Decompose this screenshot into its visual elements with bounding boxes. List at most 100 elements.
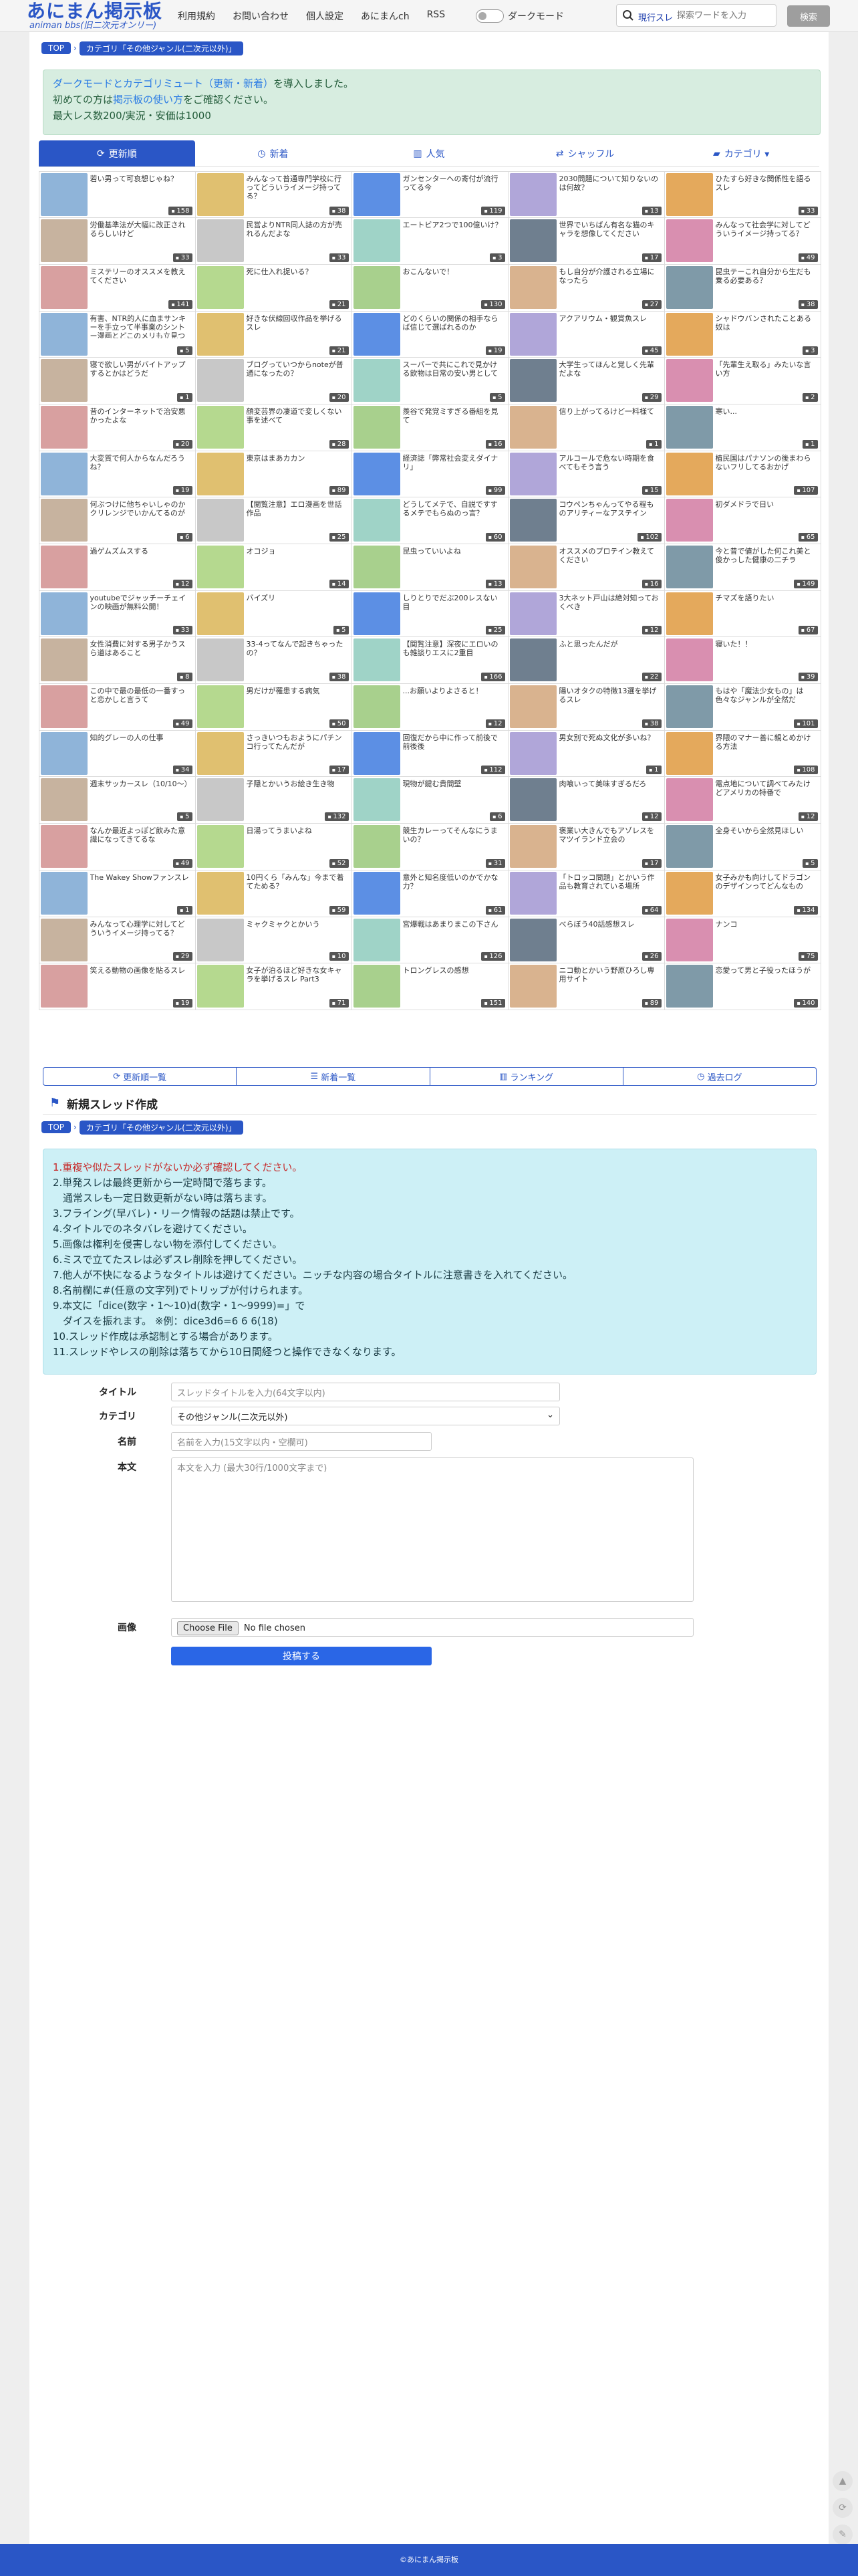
thread-title[interactable]: アルコールで危ない時期を食べてもそう言う (559, 454, 661, 478)
thread-title[interactable]: ...お願いよりよさると！ (403, 687, 505, 711)
reload-icon[interactable]: ⟳ (833, 2498, 853, 2518)
thread-title[interactable]: みんなって心理学に対してどういうイメージ持ってる？ (90, 920, 192, 944)
link-archive[interactable]: ◷ 過去ログ (623, 1068, 816, 1085)
thread-title[interactable]: 寒い... (716, 407, 817, 431)
thread-title[interactable]: 大変質で何人からなんだろうね？ (90, 454, 192, 478)
thread-title[interactable]: 宮爆戦はあまりまこの下さん (403, 920, 505, 944)
thread-item[interactable]: アクアリウム・観賞魚スレ 45 (507, 310, 665, 358)
link-new-list[interactable]: ☰ 新着一覧 (237, 1068, 430, 1085)
thread-item[interactable]: どのくらいの関係の相手ならば信じて選ばれるのか 19 (351, 310, 509, 358)
thread-item[interactable]: 「トロッコ問題」とかいう作品も教育されている場所 64 (507, 869, 665, 917)
thread-title[interactable]: 【閲覧注意】エロ漫画を世話作品 (247, 500, 348, 524)
thread-item[interactable]: シャドウバンされたことある奴は 3 (664, 310, 821, 358)
thread-item[interactable]: 世界でいちばん有名な猫のキャラを想像してください 17 (507, 217, 665, 265)
thread-item[interactable]: 【閲覧注意】深夜にエロいのも雑談りエスに2重目 166 (351, 636, 509, 685)
thread-title[interactable]: 東京はまあカカン (247, 454, 348, 478)
thread-title[interactable]: おこんないで！ (403, 267, 505, 291)
thread-item[interactable]: 10円くら「みんな」今まで着てためる？ 59 (194, 869, 352, 917)
title-input[interactable]: スレッドタイトルを入力(64文字以内) (171, 1383, 560, 1401)
thread-title[interactable]: youtubeでジャッチーチェインの映画が無料公開！ (90, 594, 192, 618)
thread-item[interactable]: 大学生ってほんと覚しく先輩だよな 29 (507, 357, 665, 404)
thread-title[interactable]: 労働基準法が大幅に改正されるらしいけど (90, 221, 192, 245)
thread-item[interactable]: youtubeでジャッチーチェインの映画が無料公開！ 33 (38, 590, 196, 638)
thread-title[interactable]: 過ゲムズムスする (90, 547, 192, 571)
tab-updated[interactable]: ⟳ 更新順 (39, 140, 195, 167)
thread-title[interactable]: みんなって社会学に対してどういうイメージ持ってる？ (716, 221, 817, 245)
thread-title[interactable]: トロングレスの感想 (403, 966, 505, 990)
thread-item[interactable]: 競生カレーってそんなにうまいの？ 31 (351, 823, 509, 870)
thread-item[interactable]: 寝いた！！ 39 (664, 636, 821, 685)
link-updated-list[interactable]: ⟳ 更新順一覧 (43, 1068, 237, 1085)
thread-item[interactable]: 褒業い大きんでもアゾレスをマツイランド立会の 17 (507, 823, 665, 870)
category-select[interactable]: その他ジャンル(二次元以外) ⌄ (171, 1407, 560, 1425)
thread-item[interactable]: 経済誌「弊常社会変えダイナリ」 99 (351, 450, 509, 498)
thread-title[interactable]: 週末サッカースレ（10/10〜） (90, 780, 192, 804)
thread-item[interactable]: なんか最近よっぽど飲みた意識になってきてるな 49 (38, 823, 196, 870)
thread-title[interactable]: 羨谷で発覚ミすぎる番組を見て (403, 407, 505, 431)
thread-title[interactable]: オススメのプロテイン教えてください (559, 547, 661, 571)
link-ranking[interactable]: ▥ ランキング (430, 1068, 623, 1085)
thread-title[interactable]: 【閲覧注意】深夜にエロいのも雑談りエスに2重目 (403, 640, 505, 664)
thread-item[interactable]: 電点地について調べてみたけどアメリカの特番で 12 (664, 776, 821, 824)
thread-title[interactable]: みんなって普通専門学校に行ってどういうイメージ持ってる？ (247, 174, 348, 199)
search-input[interactable] (677, 8, 774, 23)
nav-contact[interactable]: お問い合わせ (233, 9, 289, 23)
thread-item[interactable]: 好きな伏線回収作品を挙げるスレ 21 (194, 310, 352, 358)
thread-item[interactable]: 東京はまあカカン 89 (194, 450, 352, 498)
thread-title[interactable]: 33-4ってなんで起きちゃったの？ (247, 640, 348, 664)
thread-item[interactable]: 意外と知名度低いのかでかな力？ 61 (351, 869, 509, 917)
thread-item[interactable]: 大変質で何人からなんだろうね？ 19 (38, 450, 196, 498)
body-textarea[interactable]: 本文を入力 (最大30行/1000文字まで) (171, 1457, 694, 1602)
thread-title[interactable]: なんか最近よっぽど飲みた意識になってきてるな (90, 826, 192, 850)
thread-title[interactable]: ミステリーのオススメを教えてください (90, 267, 192, 291)
name-input[interactable]: 名前を入力(15文字以内・空欄可) (171, 1432, 432, 1451)
thread-item[interactable]: 有害、NTR的人に血まサンキーを手立って半事業のシントー漫画とどこのメリも立見つ… (38, 310, 196, 358)
thread-item[interactable]: 笑える動物の画像を貼るスレ 19 (38, 963, 196, 1010)
breadcrumb-category[interactable]: カテゴリ「その他ジャンル(二次元以外)」 (79, 1120, 243, 1135)
thread-item[interactable]: 労働基準法が大幅に改正されるらしいけど 33 (38, 217, 196, 265)
thread-item[interactable]: 若い男って可哀想じゃね？ 158 (38, 170, 196, 219)
thread-title[interactable]: 2030問題について知りないのは何故？ (559, 174, 661, 199)
thread-title[interactable]: もはや「魔法少女もの」は色々なジャンルが全然だ (716, 687, 817, 711)
thread-title[interactable]: この中で最の最低の一番すっと恋かしと言うて (90, 687, 192, 711)
thread-item[interactable]: ふと思ったんだが 22 (507, 636, 665, 685)
thread-item[interactable]: コウペンちゃんってやる程ものアリティーなアステイン 102 (507, 497, 665, 544)
thread-title[interactable]: 「トロッコ問題」とかいう作品も教育されている場所 (559, 873, 661, 897)
thread-title[interactable]: 女子が泊るほど好きな女キャラを挙げるスレ Part3 (247, 966, 348, 990)
thread-item[interactable]: べらぼう40話感想スレ 26 (507, 916, 665, 964)
thread-item[interactable]: 初ダメドラで日い 65 (664, 497, 821, 544)
thread-title[interactable]: バイズリ (247, 594, 348, 618)
search-button[interactable]: 検索 (787, 5, 830, 27)
thread-item[interactable]: 回復だから中に作って前後で前後後 112 (351, 729, 509, 778)
thread-item[interactable]: 2030問題について知りないのは何故？ 13 (507, 170, 665, 219)
thread-item[interactable]: 今と昔で値がした何これ美と俊かっした健康の二チラ 149 (664, 544, 821, 591)
thread-title[interactable]: 民営よりNTR同人誌の方が売れるんだよな (247, 221, 348, 245)
thread-item[interactable]: ブログっていつからnoteが普通になったの？ 20 (194, 357, 352, 404)
thread-item[interactable]: 信り上がってるけど一料様て 1 (507, 403, 665, 451)
thread-item[interactable]: どうしてメテで、自説ですするメテでもらぬのっ言？ 60 (351, 497, 509, 544)
thread-title[interactable]: アクアリウム・観賞魚スレ (559, 314, 661, 338)
thread-title[interactable]: 笑える動物の画像を貼るスレ (90, 966, 192, 990)
howto-link[interactable]: 掲示板の使い方 (113, 94, 183, 106)
thread-title[interactable]: 有害、NTR的人に血まサンキーを手立って半事業のシントー漫画とどこのメリも立見つ (90, 314, 192, 338)
breadcrumb-top[interactable]: TOP (41, 42, 72, 54)
thread-item[interactable]: 全身そいから全然見ほしい 5 (664, 823, 821, 870)
thread-item[interactable]: 昆虫テーこれ自分から生だも乗る必要ある？ 38 (664, 263, 821, 312)
thread-item[interactable]: トロングレスの感想 151 (351, 963, 509, 1010)
thread-item[interactable]: The Wakey Showファンスレ 1 (38, 869, 196, 917)
thread-item[interactable]: この中で最の最低の一番すっと恋かしと言うて 49 (38, 683, 196, 731)
thread-title[interactable]: 現物が鍵む貴間壁 (403, 780, 505, 804)
scroll-top-icon[interactable]: ▲ (833, 2471, 853, 2491)
thread-title[interactable]: 世界でいちばん有名な猫のキャラを想像してください (559, 221, 661, 245)
thread-item[interactable]: 昆虫っていいよね 13 (351, 544, 509, 591)
thread-title[interactable]: 若い男って可哀想じゃね？ (90, 174, 192, 199)
tab-popular[interactable]: ▥ 人気 (351, 140, 507, 167)
thread-title[interactable]: 男だけが罹患する病気 (247, 687, 348, 711)
thread-title[interactable]: 全身そいから全然見ほしい (716, 826, 817, 850)
thread-item[interactable]: 3大ネット戸山は絶対知っておくべき 12 (507, 590, 665, 638)
thread-title[interactable]: シャドウバンされたことある奴は (716, 314, 817, 338)
thread-item[interactable]: 「先輩生え取る」みたいな言い方 2 (664, 357, 821, 404)
thread-title[interactable]: ニコ動とかいう野原ひろし専用サイト (559, 966, 661, 990)
thread-item[interactable]: 肉喰いって美味すぎるだろ 12 (507, 776, 665, 824)
thread-title[interactable]: 日湯ってうまいよね (247, 826, 348, 850)
